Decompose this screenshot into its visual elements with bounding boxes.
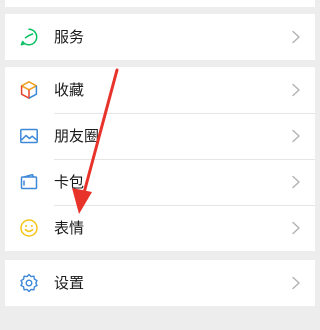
cube-icon [19, 80, 39, 100]
menu-item-cards[interactable]: 卡包 [5, 159, 315, 205]
menu-item-label: 朋友圈 [54, 127, 100, 145]
previous-group-edge [5, 0, 315, 7]
chevron-right-icon [290, 276, 302, 290]
image-icon [19, 126, 39, 146]
menu-group-main: 收藏 朋友圈 卡包 表情 [5, 67, 315, 251]
menu-group-services: 服务 [5, 14, 315, 60]
menu-item-settings[interactable]: 设置 [5, 260, 315, 306]
chevron-right-icon [290, 175, 302, 189]
menu-item-label: 表情 [54, 219, 85, 237]
menu-item-label: 收藏 [54, 81, 85, 99]
menu-item-services[interactable]: 服务 [5, 14, 315, 60]
chevron-right-icon [290, 221, 302, 235]
chat-check-icon [19, 27, 39, 47]
wallet-icon [19, 172, 39, 192]
me-page: 服务 收藏 朋友圈 卡包 表情 设置 [0, 0, 320, 330]
chevron-right-icon [290, 83, 302, 97]
chevron-right-icon [290, 30, 302, 44]
menu-item-favorites[interactable]: 收藏 [5, 67, 315, 113]
menu-item-label: 卡包 [54, 173, 85, 191]
chevron-right-icon [290, 129, 302, 143]
menu-group-settings: 设置 [5, 260, 315, 306]
smiley-icon [19, 218, 39, 238]
menu-item-stickers[interactable]: 表情 [5, 205, 315, 251]
menu-item-label: 设置 [54, 274, 85, 292]
menu-item-label: 服务 [54, 28, 85, 46]
menu-item-moments[interactable]: 朋友圈 [5, 113, 315, 159]
gear-icon [19, 273, 39, 293]
